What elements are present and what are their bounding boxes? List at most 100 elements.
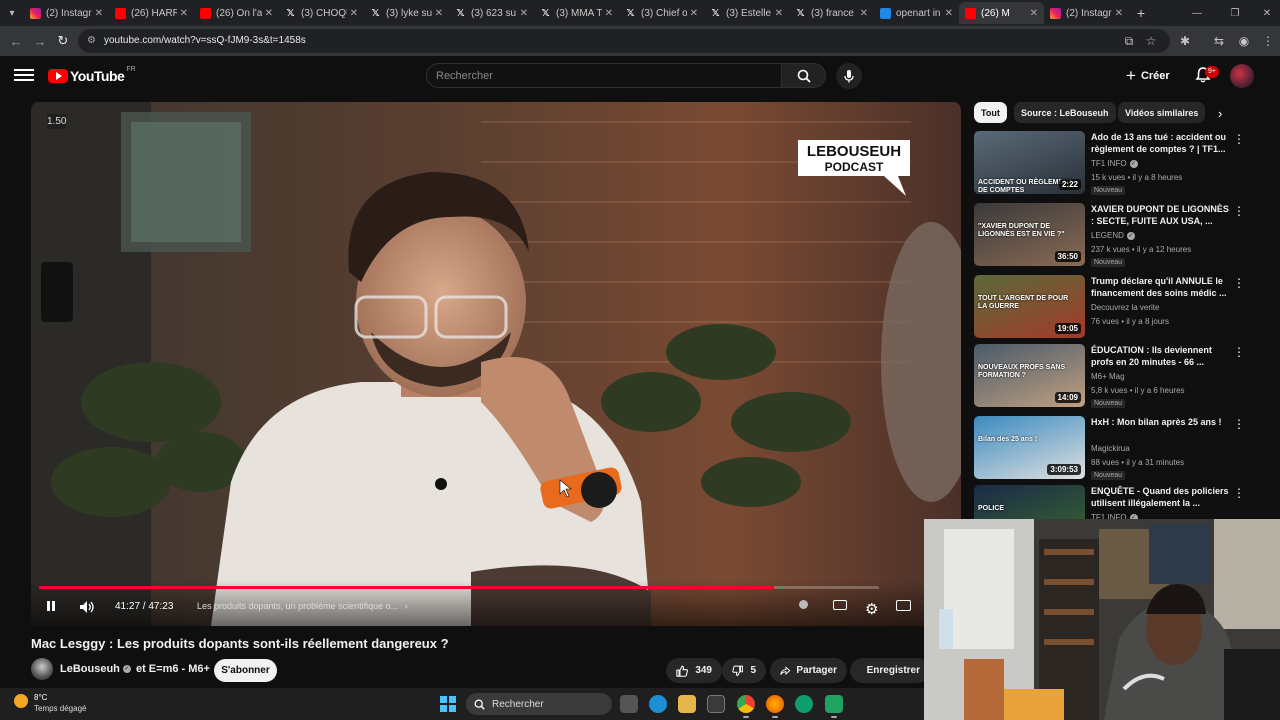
edge-icon[interactable] xyxy=(649,695,667,713)
browser-tab[interactable]: 𝕏 (3) lyke su ✕ xyxy=(364,2,449,24)
browser-tab[interactable]: (26) On l'a ✕ xyxy=(194,2,279,24)
subtitles-button[interactable] xyxy=(833,600,847,610)
extensions-icon[interactable]: ✱ xyxy=(1177,33,1193,49)
profile-avatar-icon[interactable]: ◉ xyxy=(1236,33,1252,49)
close-tab-icon[interactable]: ✕ xyxy=(435,8,443,19)
recommended-title[interactable]: Trump déclare qu'il ANNULE le financemen… xyxy=(1091,275,1229,299)
recommended-video[interactable]: NOUVEAUX PROFS SANS FORMATION ? 14:09 ÉDUC… xyxy=(974,344,1254,408)
site-info-icon[interactable]: ⚙ xyxy=(87,35,99,47)
recommended-channel[interactable]: M6+ Mag xyxy=(1091,372,1125,381)
browser-tab[interactable]: (26) HARR ✕ xyxy=(109,2,194,24)
pause-button[interactable] xyxy=(45,600,57,612)
progress-bar[interactable] xyxy=(39,586,879,589)
video-thumbnail[interactable]: NOUVEAUX PROFS SANS FORMATION ? 14:09 xyxy=(974,344,1085,407)
profile-sync-icon[interactable]: ⇆ xyxy=(1211,33,1227,49)
recommended-channel[interactable]: Magickirua xyxy=(1091,444,1130,453)
browser-tab[interactable]: (2) Instagr ✕ xyxy=(24,2,109,24)
close-tab-icon[interactable]: ✕ xyxy=(775,8,783,19)
channel-avatar[interactable] xyxy=(31,658,53,680)
browser-tab[interactable]: 𝕏 (3) 623 su ✕ xyxy=(449,2,534,24)
recommended-title[interactable]: ENQUÊTE - Quand des policiers utilisent … xyxy=(1091,485,1229,509)
recommended-channel[interactable]: Decouvrez la verite xyxy=(1091,303,1159,312)
video-thumbnail[interactable]: Bilan des 25 ans ! 3:09:53 xyxy=(974,416,1085,479)
recommended-channel[interactable]: TF1 INFO ✓ xyxy=(1091,159,1138,168)
video-player[interactable]: 1.50 LEBOUSEUH PODCAST 41:27 / 47:23 Les… xyxy=(31,102,961,626)
browser-tab[interactable]: 𝕏 (3) Estelle ✕ xyxy=(704,2,789,24)
minimize-icon[interactable]: — xyxy=(1186,0,1208,26)
cast-icon[interactable]: ⧉ xyxy=(1121,33,1137,49)
browser-tab[interactable]: (26) M ✕ xyxy=(959,2,1044,24)
search-input[interactable] xyxy=(427,64,781,87)
address-bar[interactable]: ⚙ youtube.com/watch?v=ssQ-fJM9-3s&t=1458… xyxy=(78,29,1170,53)
video-thumbnail[interactable]: ACCIDENT OU RÈGLEMENT DE COMPTES 2:22 xyxy=(974,131,1085,194)
like-button[interactable]: 349 xyxy=(666,658,722,683)
filter-chip[interactable]: Tout xyxy=(974,102,1007,123)
more-options-icon[interactable]: ⋮ xyxy=(1233,132,1245,146)
browser-tab[interactable]: 𝕏 (3) CHOQU✕ xyxy=(279,2,364,24)
recommended-title[interactable]: XAVIER DUPONT DE LIGONNÈS : SECTE, FUITE… xyxy=(1091,203,1229,227)
dislike-button[interactable]: 5 xyxy=(722,658,766,683)
create-button[interactable]: + Créer xyxy=(1126,65,1170,87)
chrome-icon[interactable] xyxy=(737,695,755,718)
edge-dev-icon[interactable] xyxy=(795,695,813,713)
close-window-icon[interactable]: ✕ xyxy=(1256,0,1278,26)
recommended-video[interactable]: Bilan des 25 ans ! 3:09:53 HxH : Mon bilan… xyxy=(974,416,1254,480)
browser-tab[interactable]: (2) Instagr ✕ xyxy=(1044,2,1129,24)
video-thumbnail[interactable]: TOUT L'ARGENT DE POUR LA GUERRE 19:05 xyxy=(974,275,1085,338)
close-tab-icon[interactable]: ✕ xyxy=(605,8,613,19)
youtube-logo[interactable]: YouTube FR xyxy=(48,66,136,84)
share-button[interactable]: Partager xyxy=(770,658,847,683)
settings-button[interactable]: ⚙ xyxy=(865,600,878,618)
more-options-icon[interactable]: ⋮ xyxy=(1233,204,1245,218)
browser-tab[interactable]: 𝕏 (3) Chief o ✕ xyxy=(619,2,704,24)
more-options-icon[interactable]: ⋮ xyxy=(1233,417,1245,431)
channel-name[interactable]: LeBouseuh ✓ et E=m6 - M6+ xyxy=(60,663,210,675)
new-tab-icon[interactable]: + xyxy=(1129,5,1153,21)
filter-chip[interactable]: Source : LeBouseuh xyxy=(1014,102,1116,123)
close-tab-icon[interactable]: ✕ xyxy=(945,8,953,19)
video-thumbnail[interactable]: "XAVIER DUPONT DE LIGONNÈS EST EN VIE ?"… xyxy=(974,203,1085,266)
close-tab-icon[interactable]: ✕ xyxy=(1030,8,1038,19)
more-options-icon[interactable]: ⋮ xyxy=(1233,486,1245,500)
task-view-icon[interactable] xyxy=(620,695,638,713)
recommended-title[interactable]: ÉDUCATION : Ils deviennent profs en 20 m… xyxy=(1091,344,1229,368)
firefox-icon[interactable] xyxy=(766,695,784,718)
store-icon[interactable] xyxy=(707,695,725,713)
back-icon[interactable]: ← xyxy=(8,33,24,49)
search-button[interactable] xyxy=(782,63,826,88)
windows-start-icon[interactable] xyxy=(440,696,456,712)
tab-search-icon[interactable]: ▾ xyxy=(0,0,24,26)
reload-icon[interactable]: ↻ xyxy=(55,33,71,49)
forward-icon[interactable]: → xyxy=(32,33,48,49)
more-options-icon[interactable]: ⋮ xyxy=(1233,276,1245,290)
chapter-title[interactable]: Les produits dopants, un problème scient… xyxy=(197,601,408,611)
volume-button[interactable] xyxy=(79,600,95,614)
voice-search-button[interactable] xyxy=(836,63,862,89)
close-tab-icon[interactable]: ✕ xyxy=(1115,8,1123,19)
close-tab-icon[interactable]: ✕ xyxy=(690,8,698,19)
close-tab-icon[interactable]: ✕ xyxy=(180,8,188,19)
close-tab-icon[interactable]: ✕ xyxy=(265,8,273,19)
recommended-video[interactable]: ACCIDENT OU RÈGLEMENT DE COMPTES 2:22 Ado … xyxy=(974,131,1254,195)
file-explorer-icon[interactable] xyxy=(678,695,696,713)
filter-chip[interactable]: Vidéos similaires xyxy=(1118,102,1206,123)
browser-tab[interactable]: 𝕏 (3) france ✕ xyxy=(789,2,874,24)
maximize-icon[interactable]: ❐ xyxy=(1224,0,1246,26)
app-icon[interactable] xyxy=(825,695,843,718)
autoplay-toggle[interactable] xyxy=(799,600,808,609)
close-tab-icon[interactable]: ✕ xyxy=(860,8,868,19)
more-options-icon[interactable]: ⋮ xyxy=(1233,345,1245,359)
menu-icon[interactable] xyxy=(14,66,34,86)
browser-tab[interactable]: openart in ✕ xyxy=(874,2,959,24)
close-tab-icon[interactable]: ✕ xyxy=(350,8,358,19)
browser-tab[interactable]: 𝕏 (3) MMA T ✕ xyxy=(534,2,619,24)
taskbar-search[interactable]: Rechercher xyxy=(466,693,612,715)
chips-next-icon[interactable]: › xyxy=(1218,106,1222,121)
close-tab-icon[interactable]: ✕ xyxy=(95,8,103,19)
subscribe-button[interactable]: S'abonner xyxy=(214,659,277,682)
recommended-channel[interactable]: LEGEND ✓ xyxy=(1091,231,1135,240)
bookmark-star-icon[interactable]: ☆ xyxy=(1143,33,1159,49)
browser-menu-icon[interactable]: ⋮ xyxy=(1260,33,1276,49)
save-button[interactable]: Enregistrer xyxy=(850,658,930,683)
recommended-video[interactable]: TOUT L'ARGENT DE POUR LA GUERRE 19:05 Trum… xyxy=(974,275,1254,339)
